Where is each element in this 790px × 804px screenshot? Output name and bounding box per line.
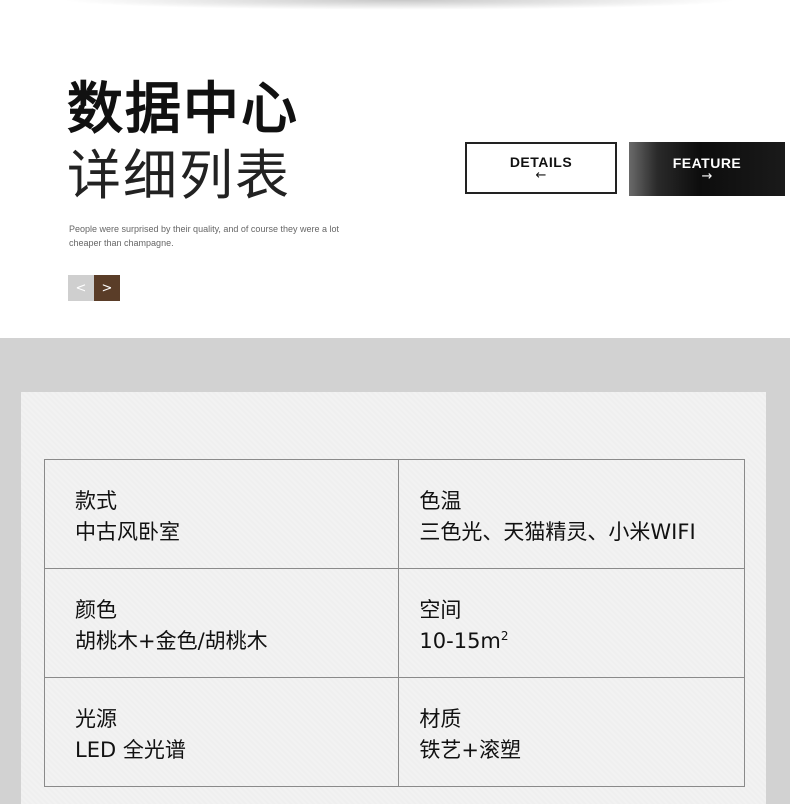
prev-button[interactable]: < — [68, 275, 94, 301]
spec-value-superscript: 2 — [500, 629, 509, 643]
spec-label: 光源 — [75, 707, 117, 731]
feature-button[interactable]: FEATURE → — [629, 142, 785, 196]
next-button[interactable]: > — [94, 275, 120, 301]
page-title: 数据中心 — [67, 77, 299, 142]
spec-cell: 款式 中古风卧室 — [43, 459, 400, 569]
spec-cell: 颜色 胡桃木+金色/胡桃木 — [43, 568, 400, 678]
spec-cell: 材质 铁艺+滚塑 — [398, 677, 745, 787]
spec-value: 10-15m2 — [419, 626, 744, 657]
top-shadow — [60, 0, 740, 10]
pager: < > — [68, 275, 120, 301]
arrow-right-icon: → — [701, 169, 713, 184]
spec-value-text: 10-15m — [419, 629, 501, 653]
spec-table: 款式 中古风卧室 色温 三色光、天猫精灵、小米WIFI 颜色 胡桃木+金色/胡桃… — [43, 459, 745, 787]
spec-value: 胡桃木+金色/胡桃木 — [75, 629, 268, 653]
spec-label: 颜色 — [75, 598, 117, 622]
spec-label: 空间 — [419, 598, 462, 622]
spec-label: 色温 — [419, 489, 462, 513]
description-text: People were surprised by their quality, … — [69, 224, 339, 248]
page-subtitle: 详细列表 — [67, 144, 291, 207]
spec-value: 三色光、天猫精灵、小米WIFI — [419, 520, 696, 544]
table-row: 颜色 胡桃木+金色/胡桃木 空间 10-15m2 — [43, 568, 745, 678]
spec-label: 款式 — [75, 489, 117, 513]
table-row: 光源 LED 全光谱 材质 铁艺+滚塑 — [43, 677, 745, 787]
table-row: 款式 中古风卧室 色温 三色光、天猫精灵、小米WIFI — [43, 459, 745, 569]
spec-cell: 空间 10-15m2 — [398, 568, 745, 678]
spec-cell: 色温 三色光、天猫精灵、小米WIFI — [398, 459, 745, 569]
details-button[interactable]: DETAILS ← — [465, 142, 617, 194]
spec-value: 中古风卧室 — [75, 520, 180, 544]
spec-value: 铁艺+滚塑 — [419, 738, 522, 762]
spec-cell: 光源 LED 全光谱 — [43, 677, 400, 787]
spec-label: 材质 — [419, 707, 462, 731]
arrow-left-icon: ← — [535, 168, 547, 183]
spec-value: LED 全光谱 — [75, 738, 186, 762]
